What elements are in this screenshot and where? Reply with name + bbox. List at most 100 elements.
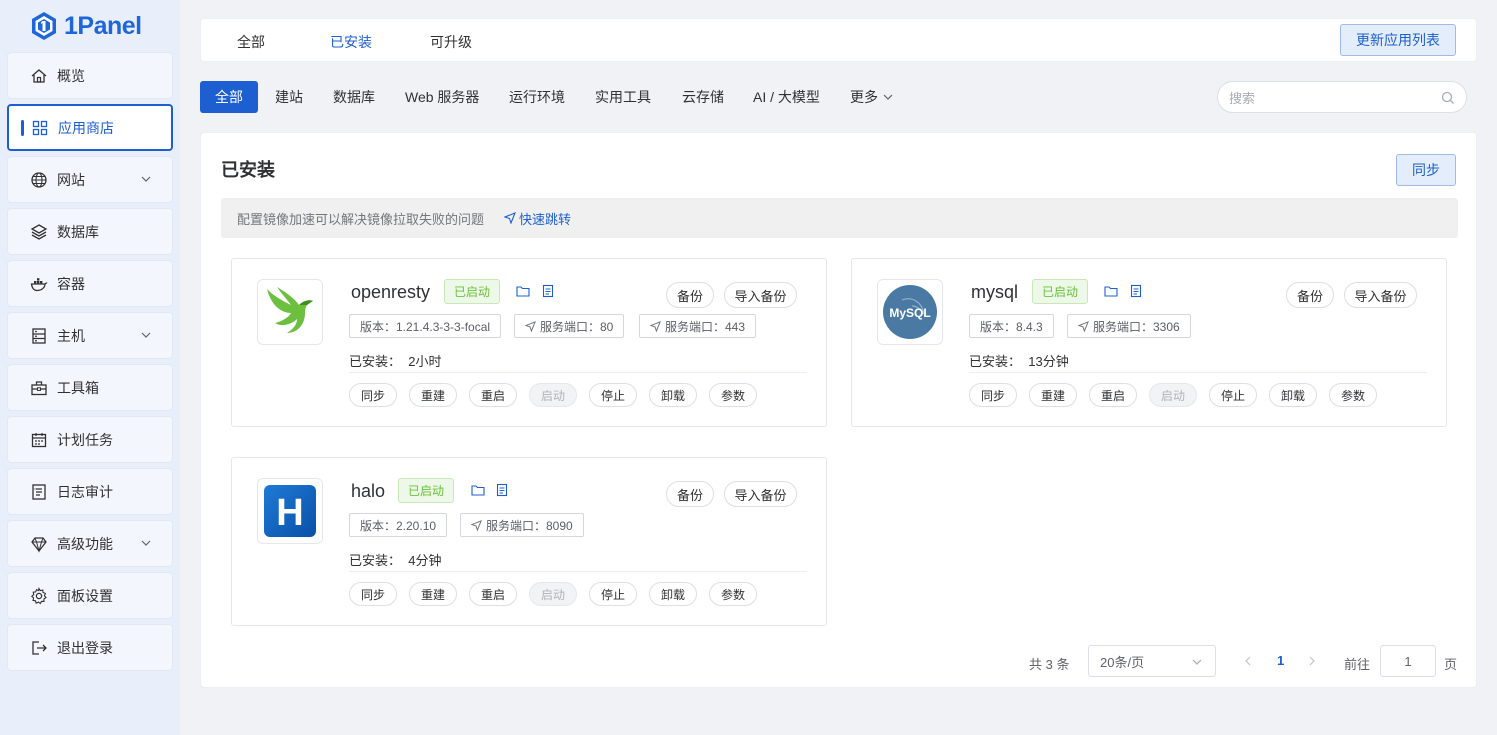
sidebar-item-advanced[interactable]: 高级功能 [7, 520, 173, 567]
action-stop-button[interactable]: 停止 [1209, 383, 1257, 407]
sidebar-item-log-audit[interactable]: 日志审计 [7, 468, 173, 515]
category-cloud-storage[interactable]: 云存储 [682, 81, 724, 113]
navigation-arrow-icon [525, 320, 536, 332]
app-card-mysql: MySQL mysql 已启动 备份 导入备份 版本：8.4.3 服务端口：33… [851, 258, 1447, 427]
category-database[interactable]: 数据库 [333, 81, 375, 113]
update-app-list-button[interactable]: 更新应用列表 [1340, 24, 1456, 56]
sidebar-item-host[interactable]: 主机 [7, 312, 173, 359]
sidebar-item-logout[interactable]: 退出登录 [7, 624, 173, 671]
tab-upgradable[interactable]: 可升级 [430, 32, 472, 52]
page-size-select[interactable]: 20条/页 [1088, 645, 1216, 677]
backup-button[interactable]: 备份 [666, 282, 714, 308]
sidebar-item-label: 退出登录 [57, 639, 113, 656]
action-sync-button[interactable]: 同步 [349, 582, 397, 606]
action-stop-button[interactable]: 停止 [589, 383, 637, 407]
card-divider [349, 571, 807, 572]
sidebar-item-container[interactable]: 容器 [7, 260, 173, 307]
sidebar-item-panel-settings[interactable]: 面板设置 [7, 572, 173, 619]
installed-time: 已安装： 2小时 [349, 351, 441, 370]
action-rebuild-button[interactable]: 重建 [1029, 383, 1077, 407]
diamond-icon [30, 535, 48, 553]
quick-jump-link[interactable]: 快速跳转 [504, 209, 571, 228]
calendar-icon [30, 431, 48, 449]
category-website[interactable]: 建站 [275, 81, 303, 113]
app-card-halo: H halo 已启动 备份 导入备份 版本：2.20.10 服务端口：8090 … [231, 457, 827, 626]
action-restart-button[interactable]: 重启 [469, 383, 517, 407]
openresty-bird-icon [267, 287, 313, 333]
sidebar-item-cron-jobs[interactable]: 计划任务 [7, 416, 173, 463]
import-backup-button[interactable]: 导入备份 [724, 481, 797, 507]
category-ai[interactable]: AI / 大模型 [753, 81, 820, 113]
backup-button[interactable]: 备份 [1286, 282, 1334, 308]
action-sync-button[interactable]: 同步 [969, 383, 1017, 407]
action-restart-button[interactable]: 重启 [469, 582, 517, 606]
tab-all[interactable]: 全部 [237, 32, 265, 52]
current-page-number[interactable]: 1 [1277, 653, 1284, 668]
halo-h-icon: H [264, 485, 316, 537]
gear-icon [30, 586, 48, 605]
goto-label: 前往 [1344, 657, 1371, 672]
action-params-button[interactable]: 参数 [1329, 383, 1377, 407]
installed-value: 2小时 [408, 354, 442, 369]
document-icon[interactable] [541, 284, 555, 298]
action-rebuild-button[interactable]: 重建 [409, 582, 457, 606]
port-label: 服务端口：8090 [486, 518, 573, 533]
chevron-down-icon [141, 332, 151, 338]
action-start-button: 启动 [529, 582, 577, 606]
page-suffix: 页 [1444, 657, 1458, 672]
port-tag: 服务端口：443 [639, 314, 757, 338]
app-name: openresty [351, 282, 431, 302]
document-icon[interactable] [1129, 284, 1143, 298]
search-icon[interactable] [1441, 91, 1455, 105]
folder-icon[interactable] [471, 483, 485, 497]
notice-text: 配置镜像加速可以解决镜像拉取失败的问题 [237, 211, 485, 227]
category-all[interactable]: 全部 [200, 81, 258, 113]
action-stop-button[interactable]: 停止 [589, 582, 637, 606]
sidebar-item-label: 日志审计 [57, 483, 113, 500]
sidebar-item-toolbox[interactable]: 工具箱 [7, 364, 173, 411]
version-tag: 版本：2.20.10 [349, 513, 448, 537]
installed-value: 4分钟 [408, 553, 442, 568]
prev-page-icon[interactable] [1243, 655, 1253, 667]
chevron-down-icon [883, 94, 893, 100]
home-icon [30, 67, 48, 85]
sync-button[interactable]: 同步 [1396, 154, 1456, 186]
folder-icon[interactable] [516, 284, 530, 298]
goto-page-input[interactable]: 1 [1380, 645, 1436, 677]
action-sync-button[interactable]: 同步 [349, 383, 397, 407]
action-params-button[interactable]: 参数 [709, 582, 757, 606]
document-icon[interactable] [495, 483, 509, 497]
backup-button[interactable]: 备份 [666, 481, 714, 507]
sidebar-item-overview[interactable]: 概览 [7, 52, 173, 99]
action-uninstall-button[interactable]: 卸载 [1269, 383, 1317, 407]
import-backup-button[interactable]: 导入备份 [1344, 282, 1417, 308]
apps-grid-icon [31, 119, 49, 137]
installed-label: 已安装： [969, 354, 1022, 369]
action-rebuild-button[interactable]: 重建 [409, 383, 457, 407]
sidebar-item-website[interactable]: 网站 [7, 156, 173, 203]
action-start-button: 启动 [529, 383, 577, 407]
action-uninstall-button[interactable]: 卸载 [649, 582, 697, 606]
folder-icon[interactable] [1104, 284, 1118, 298]
pagination-total: 共 3 条 [1029, 657, 1070, 672]
action-params-button[interactable]: 参数 [709, 383, 757, 407]
sidebar-item-database[interactable]: 数据库 [7, 208, 173, 255]
import-backup-button[interactable]: 导入备份 [724, 282, 797, 308]
port-label: 服务端口：3306 [1093, 319, 1180, 334]
category-tools[interactable]: 实用工具 [595, 81, 651, 113]
logo-text: 1Panel [64, 11, 142, 40]
navigation-arrow-icon [650, 320, 661, 332]
category-more[interactable]: 更多 [850, 81, 894, 113]
next-page-icon[interactable] [1307, 655, 1317, 667]
tab-installed[interactable]: 已安装 [330, 32, 372, 52]
sidebar-menu: 概览应用商店网站数据库容器主机工具箱计划任务日志审计高级功能面板设置退出登录 [0, 52, 180, 671]
sidebar-item-app-store[interactable]: 应用商店 [7, 104, 173, 151]
category-runtime[interactable]: 运行环境 [509, 81, 565, 113]
navigation-arrow-icon [1078, 320, 1089, 332]
search-input[interactable]: 搜索 [1217, 81, 1467, 113]
category-web-server[interactable]: Web 服务器 [405, 81, 479, 113]
action-restart-button[interactable]: 重启 [1089, 383, 1137, 407]
logo[interactable]: 1Panel [0, 0, 180, 52]
server-icon [30, 327, 48, 345]
action-uninstall-button[interactable]: 卸载 [649, 383, 697, 407]
